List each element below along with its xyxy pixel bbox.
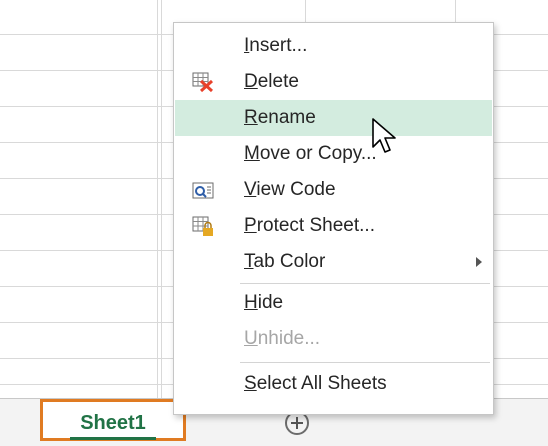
menu-item-label-rest: nsert... [249, 35, 308, 56]
menu-item-tab-color[interactable]: Tab Color [175, 244, 492, 280]
menu-item-label-rest: nhide... [257, 328, 321, 349]
menu-item-label: View Code [244, 179, 336, 200]
menu-item-label-rest: ename [257, 107, 316, 128]
column-gridline [161, 0, 162, 398]
sheet-tab-label: Sheet1 [80, 412, 146, 434]
menu-item-view-code[interactable]: View Code [175, 172, 492, 208]
menu-item-label: Hide [244, 292, 284, 313]
menu-item-insert[interactable]: Insert... [175, 28, 492, 64]
column-gridline [157, 0, 158, 398]
menu-item-label-rest: elect All Sheets [256, 373, 387, 394]
active-tab-indicator [70, 437, 156, 440]
menu-item-move-or-copy[interactable]: Move or Copy... [175, 136, 492, 172]
menu-item-label: Delete [244, 71, 299, 92]
menu-item-unhide: Unhide... [175, 321, 492, 357]
menu-item-label: Select All Sheets [244, 373, 387, 394]
menu-item-label: Unhide... [244, 328, 321, 349]
menu-item-rename[interactable]: Rename [175, 100, 492, 136]
menu-item-label-rest: ide [257, 292, 284, 313]
menu-item-hide[interactable]: Hide [175, 285, 492, 321]
submenu-arrow-icon [476, 257, 482, 267]
view-code-icon [192, 182, 214, 199]
menu-item-label-rest: iew Code [256, 179, 336, 200]
delete-sheet-icon [192, 72, 214, 93]
sheet-tab-active[interactable]: Sheet1 [40, 399, 186, 441]
menu-item-label: Tab Color [244, 251, 326, 272]
menu-item-label-rest: ove or Copy... [259, 143, 377, 164]
menu-item-label: Move or Copy... [244, 143, 377, 164]
sheet-context-menu: Insert... Delete Rename Move or Copy... … [173, 22, 494, 415]
menu-item-label-rest: rotect Sheet... [256, 215, 375, 236]
mouse-pointer-icon [372, 118, 396, 153]
menu-item-select-all-sheets[interactable]: Select All Sheets [175, 366, 492, 402]
menu-item-label-rest: elete [257, 71, 299, 92]
menu-item-protect-sheet[interactable]: Protect Sheet... [175, 208, 492, 244]
menu-item-label: Insert... [244, 35, 308, 56]
menu-item-label-rest: ab Color [253, 251, 326, 272]
protect-sheet-icon [192, 216, 213, 236]
menu-separator [240, 283, 490, 284]
menu-separator [240, 362, 490, 363]
menu-item-label: Protect Sheet... [244, 215, 375, 236]
menu-item-label: Rename [244, 107, 316, 128]
menu-item-delete[interactable]: Delete [175, 64, 492, 100]
